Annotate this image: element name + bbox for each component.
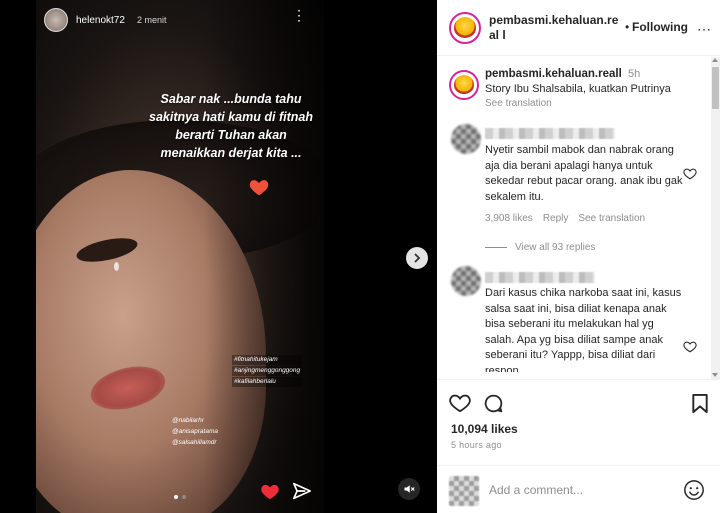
comments-scrollbar[interactable]	[711, 57, 720, 379]
comment-likes[interactable]: 3,908 likes	[485, 213, 533, 224]
scroll-down-arrow[interactable]	[712, 373, 718, 377]
story-video[interactable]: helenokt72 2 menit ⋮ Sabar nak ...bunda …	[36, 0, 324, 513]
add-comment-bar	[437, 465, 720, 513]
story-hashtags: #fitnahitukejam #anjingmenggonggong #kaf…	[232, 355, 303, 388]
media-pane: helenokt72 2 menit ⋮ Sabar nak ...bunda …	[0, 0, 437, 513]
more-options-icon[interactable]: ⋯	[697, 21, 712, 38]
like-count[interactable]: 10,094 likes	[451, 422, 518, 436]
commenter-avatar[interactable]	[451, 266, 481, 296]
comment-like-icon[interactable]	[683, 167, 697, 180]
commenter-username[interactable]	[485, 272, 595, 283]
caption-time: 5h	[628, 68, 641, 80]
story-hashtag: #kafilahberlalu	[232, 377, 303, 387]
comment-text: Dari kasus chika narkoba saat ini, kasus…	[485, 287, 682, 377]
carousel-dot-active	[174, 495, 178, 499]
post-time: 5 hours ago	[451, 440, 502, 450]
next-button[interactable]	[406, 247, 428, 269]
comment-meta: 3,908 likes Reply See translation	[485, 213, 645, 224]
story-username[interactable]: helenokt72	[76, 15, 125, 26]
carousel-dot	[182, 495, 186, 499]
story-caption: Sabar nak ...bunda tahu sakitnya hati ka…	[149, 92, 313, 160]
view-replies-label[interactable]: View all 93 replies	[515, 242, 595, 253]
story-avatar[interactable]	[44, 8, 68, 32]
send-icon[interactable]	[292, 482, 312, 500]
caption-avatar[interactable]	[449, 70, 479, 100]
author-username[interactable]: pembasmi.kehaluan.real l	[489, 13, 624, 43]
red-heart-emoji-icon	[249, 180, 269, 196]
story-mention[interactable]: @anisapratama	[172, 426, 218, 437]
following-button[interactable]: Following	[632, 20, 688, 34]
current-user-avatar	[449, 476, 479, 506]
carousel-dots	[174, 495, 186, 499]
comment-text: Nyetir sambil mabok dan nabrak orang aja…	[485, 144, 683, 203]
author-avatar[interactable]	[449, 12, 481, 44]
scroll-up-arrow[interactable]	[712, 58, 718, 62]
add-comment-input[interactable]	[489, 480, 669, 500]
story-mention[interactable]: @salsahillamdr	[172, 437, 218, 448]
commenter-avatar[interactable]	[451, 124, 481, 154]
caption-username[interactable]: pembasmi.kehaluan.reall	[485, 68, 622, 80]
like-heart-icon[interactable]	[449, 393, 471, 413]
mute-icon	[404, 485, 415, 493]
see-translation-link[interactable]: See translation	[485, 98, 552, 109]
story-mention[interactable]: @nabilarhr	[172, 415, 218, 426]
bookmark-icon[interactable]	[691, 393, 709, 414]
comment-like-icon[interactable]	[683, 340, 697, 353]
emoji-icon[interactable]	[683, 479, 705, 501]
mute-button[interactable]	[398, 478, 420, 500]
story-hashtag: #fitnahitukejam	[232, 355, 303, 365]
reply-button[interactable]: Reply	[543, 213, 569, 224]
more-vertical-icon[interactable]: ⋮	[292, 8, 306, 22]
commenter-username[interactable]	[485, 128, 615, 139]
comment-bubble-icon[interactable]	[483, 393, 504, 414]
story-mentions: @nabilarhr @anisapratama @salsahillamdr	[172, 415, 218, 448]
story-header: helenokt72 2 menit	[44, 8, 166, 32]
story-photo-tear	[114, 262, 119, 271]
post-header: pembasmi.kehaluan.real l • Following ⋯	[437, 0, 720, 56]
post-actions: 10,094 likes 5 hours ago	[437, 379, 720, 461]
story-hashtag: #anjingmenggonggong	[232, 366, 303, 376]
caption-text: Story Ibu Shalsabila, kuatkan Putrinya	[485, 83, 671, 95]
heart-icon[interactable]	[260, 482, 280, 500]
chevron-right-icon	[414, 253, 421, 263]
view-replies-button[interactable]: View all 93 replies	[485, 242, 595, 253]
scroll-thumb[interactable]	[712, 67, 719, 109]
see-translation-link[interactable]: See translation	[578, 213, 645, 224]
story-time: 2 menit	[136, 15, 167, 25]
post-panel: pembasmi.kehaluan.real l • Following ⋯ p…	[437, 0, 720, 513]
